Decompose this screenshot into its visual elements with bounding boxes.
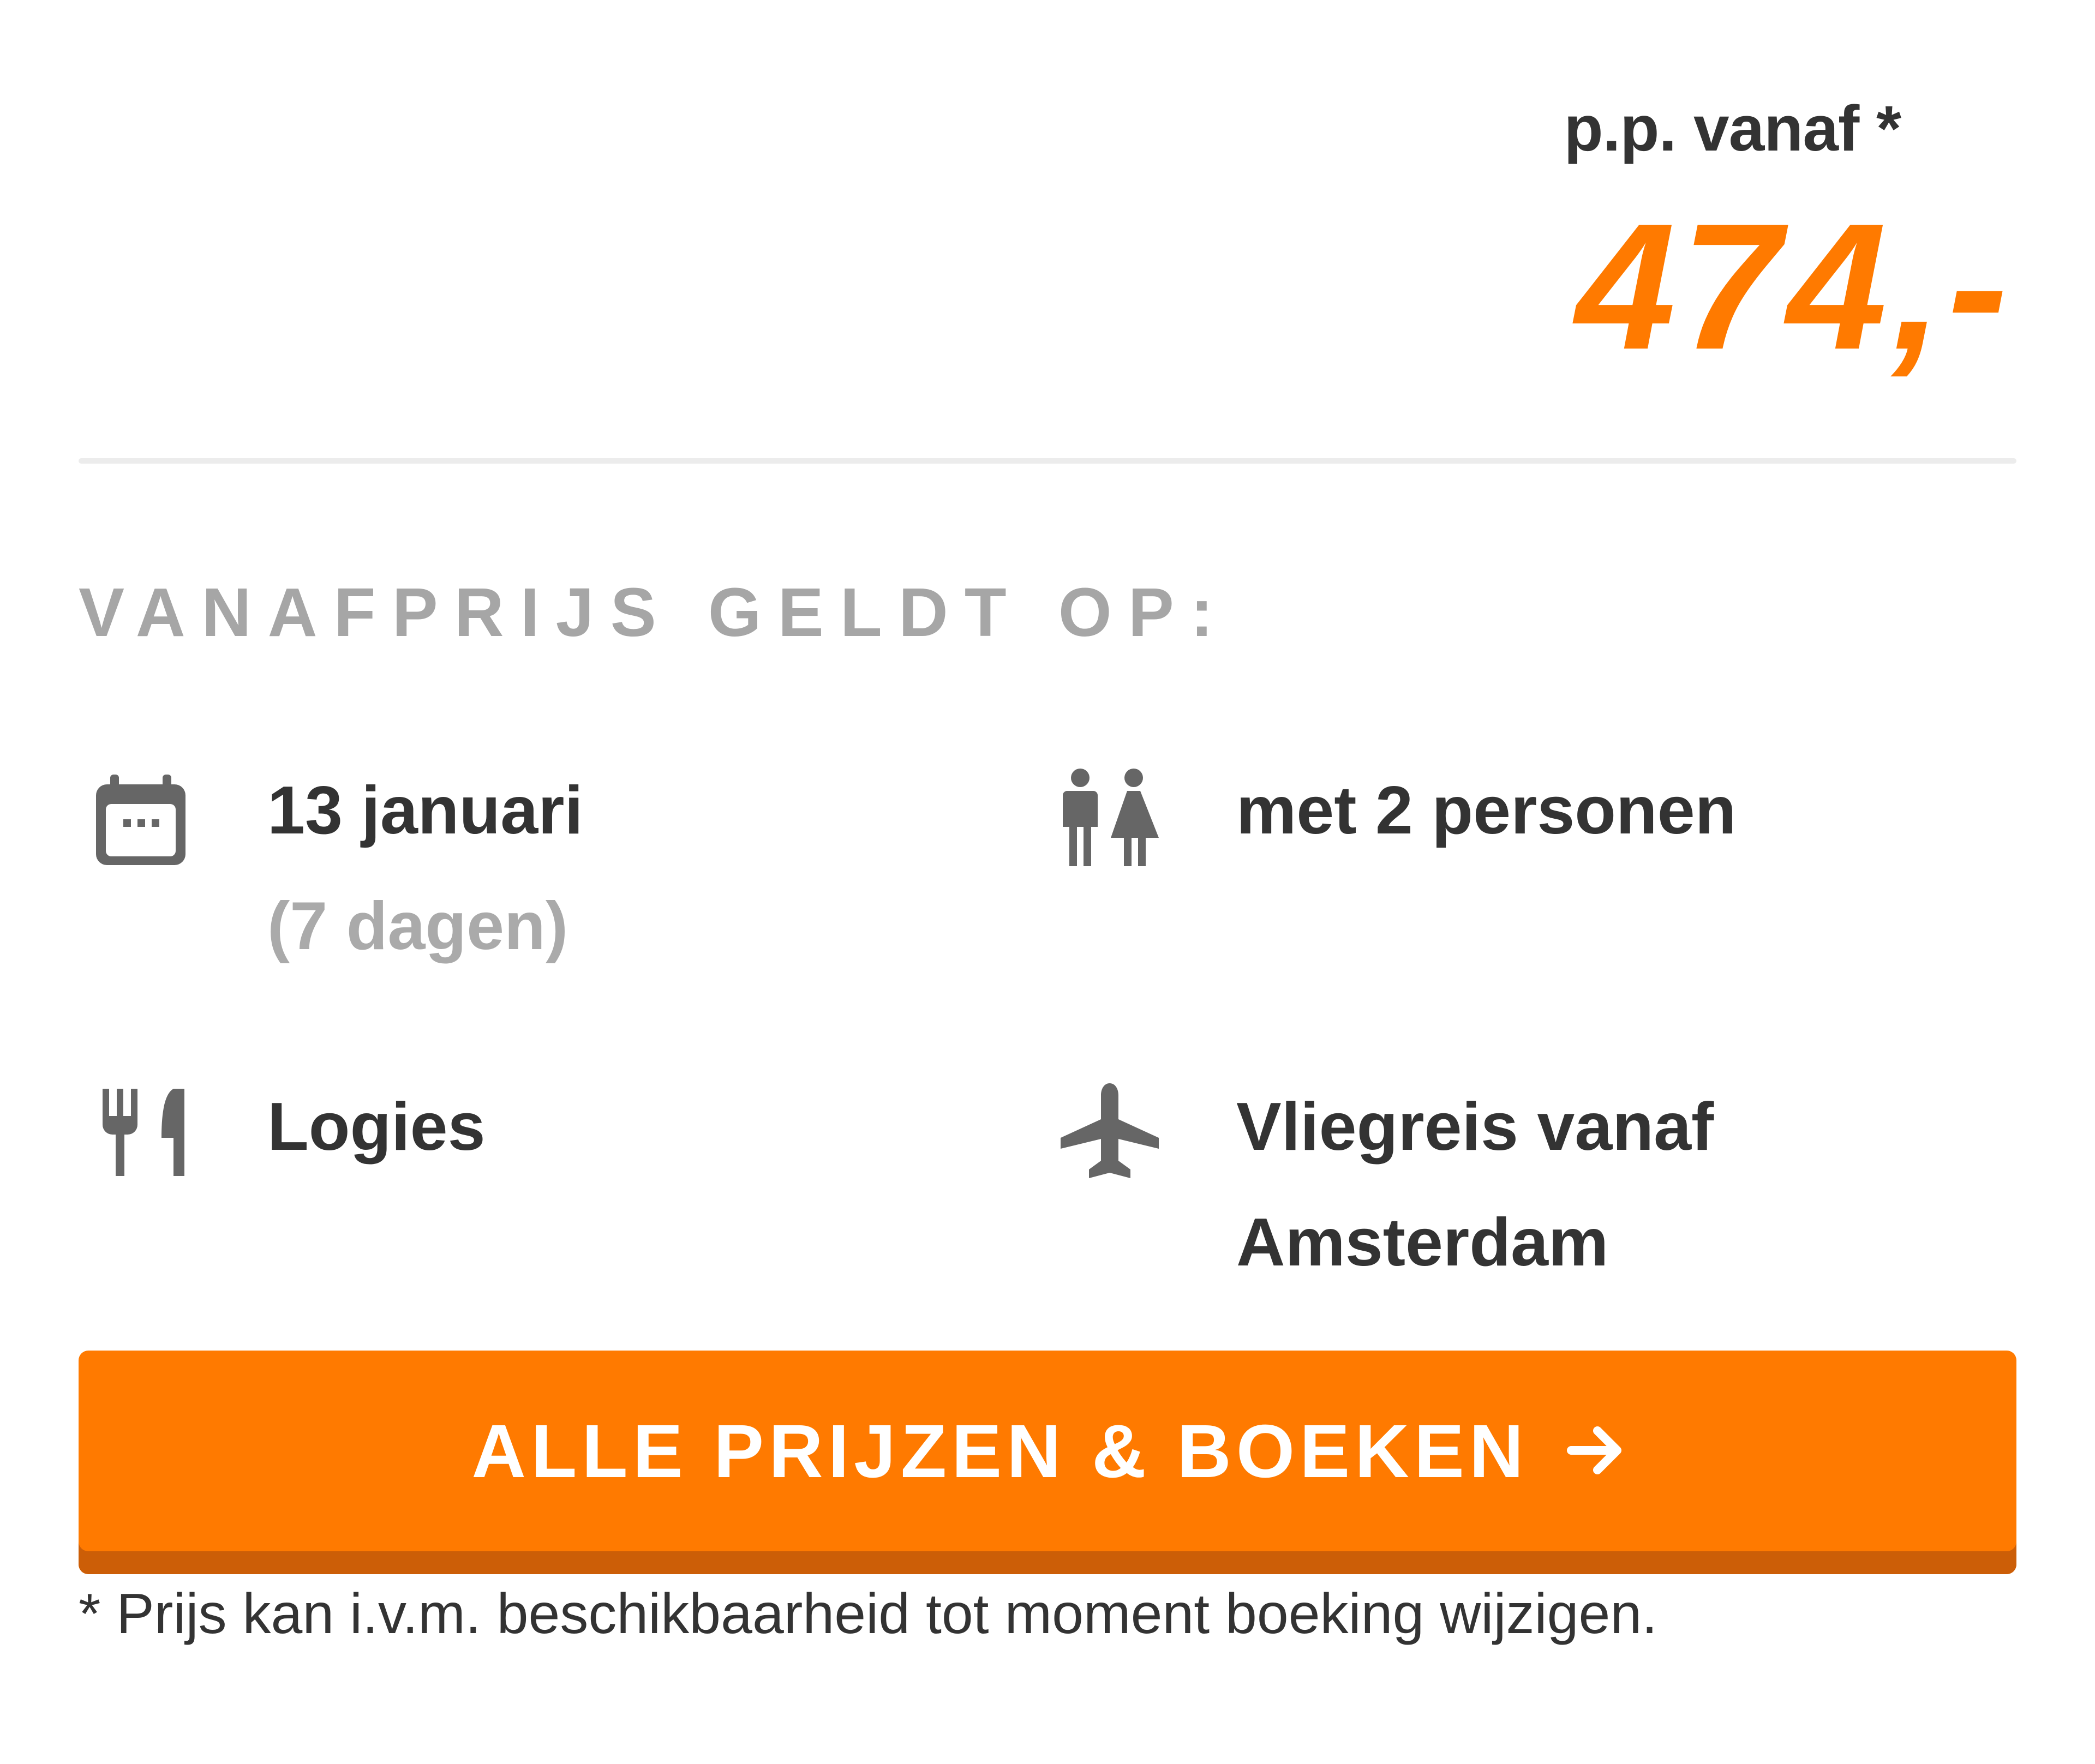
book-all-prices-button[interactable]: ALLE PRIJZEN & BOEKEN <box>79 1351 2016 1574</box>
price-card: p.p. vanaf * 474,- VANAFPRIJS GELDT OP: … <box>0 0 2095 1764</box>
flight-text-line2: Amsterdam <box>1236 1205 1609 1280</box>
calendar-icon <box>92 772 190 873</box>
book-button-label: ALLE PRIJZEN & BOEKEN <box>471 1409 1529 1493</box>
section-title: VANAFPRIJS GELDT OP: <box>79 574 1230 651</box>
price-label: p.p. vanaf * <box>1564 93 1901 165</box>
feature-flight: Vliegreis vanaf Amsterdam <box>1061 1069 2016 1309</box>
divider <box>79 458 2016 464</box>
meal-text: Logies <box>267 1089 486 1165</box>
persons-icon <box>1061 768 1159 871</box>
airplane-icon <box>1061 1083 1159 1184</box>
feature-persons: met 2 personen <box>1061 753 2016 971</box>
feature-date: 13 januari (7 dagen) <box>79 753 1006 971</box>
fork-knife-icon <box>103 1089 184 1179</box>
persons-text: met 2 personen <box>1236 773 1737 848</box>
price-disclaimer: * Prijs kan i.v.m. beschikbaarheid tot m… <box>79 1582 1658 1646</box>
duration-text: (7 dagen) <box>267 889 568 964</box>
feature-meal: Logies <box>79 1069 1006 1233</box>
flight-text-line1: Vliegreis vanaf <box>1236 1089 1714 1165</box>
price-value: 474,- <box>1575 185 2013 387</box>
date-text: 13 januari <box>267 773 583 848</box>
arrow-right-icon <box>1566 1422 1624 1481</box>
